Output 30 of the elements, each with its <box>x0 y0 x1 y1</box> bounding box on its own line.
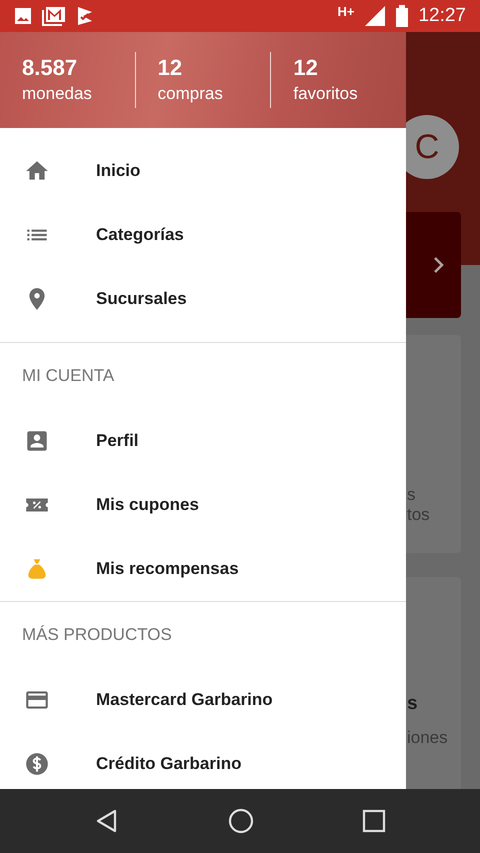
menu-item[interactable]: Perfil <box>0 409 406 473</box>
dollar-icon <box>24 751 50 777</box>
image-icon <box>14 7 32 25</box>
menu-item[interactable]: Mis cupones <box>0 473 406 537</box>
menu-item[interactable]: Categorías <box>0 203 406 267</box>
menu-item[interactable]: Sucursales <box>0 267 406 331</box>
menu-item[interactable]: Crédito Garbarino <box>0 732 406 789</box>
clock: 12:27 <box>418 5 466 27</box>
stat-label: monedas <box>22 83 93 105</box>
stat-label: compras <box>158 83 224 105</box>
recents-icon[interactable] <box>362 809 386 833</box>
stat-value: 12 <box>293 54 319 82</box>
stat-value: 12 <box>158 54 184 82</box>
battery-icon <box>396 5 408 27</box>
signal-icon <box>364 5 386 27</box>
network-type: H+ <box>337 4 354 19</box>
card-title: s <box>407 694 418 714</box>
card-text: iones <box>407 728 448 748</box>
card-text: s <box>407 485 416 505</box>
mail-icon <box>42 6 66 26</box>
card-text: tos <box>407 505 430 525</box>
section-title: MÁS PRODUCTOS <box>21 624 173 646</box>
menu-item[interactable]: Mis recompensas <box>0 537 406 601</box>
checklist-icon <box>76 6 94 26</box>
section-title: MI CUENTA <box>21 365 116 387</box>
menu-item[interactable]: Mastercard Garbarino <box>0 668 406 732</box>
home-button-icon[interactable] <box>228 808 254 834</box>
stat-value: 8.587 <box>22 54 78 82</box>
stat-label: favoritos <box>293 83 359 105</box>
chevron-right-icon <box>433 256 445 274</box>
